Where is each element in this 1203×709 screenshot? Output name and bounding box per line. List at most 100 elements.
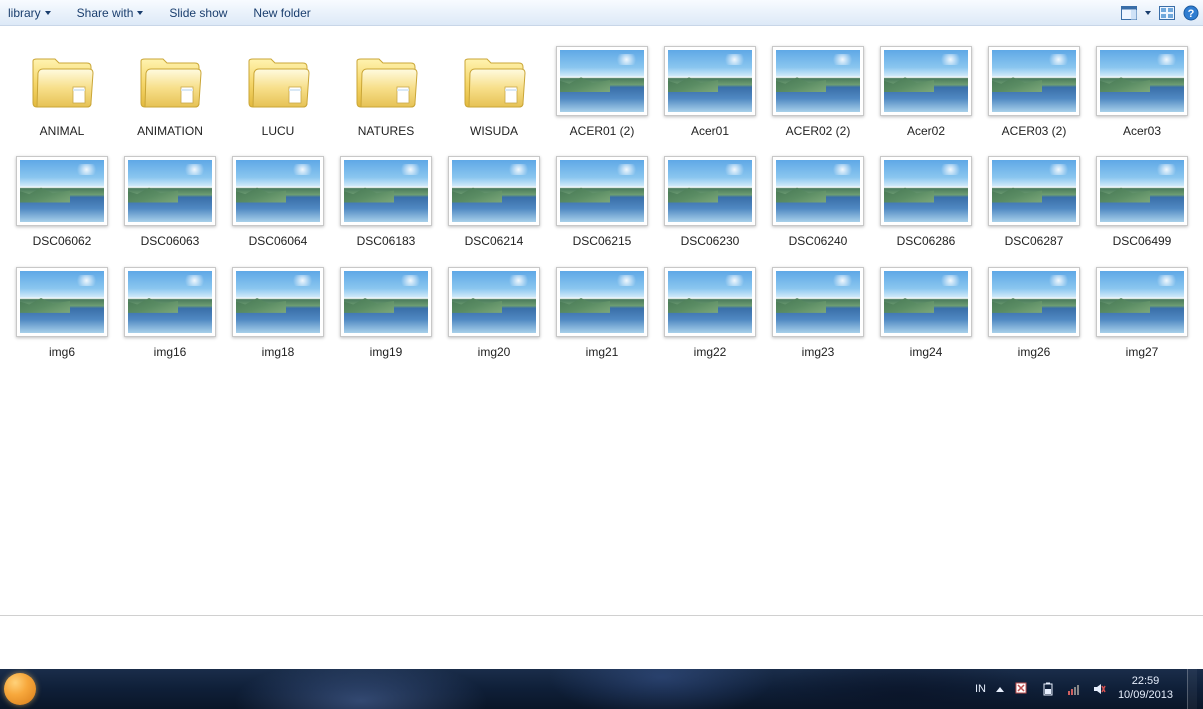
action-center-icon[interactable] xyxy=(1014,681,1030,697)
item-label: LUCU xyxy=(262,124,295,138)
item-label: DSC06499 xyxy=(1113,234,1172,248)
folder-item[interactable]: WISUDA xyxy=(440,38,548,148)
toolbar-right-group: ? xyxy=(1121,5,1199,21)
item-label: ACER02 (2) xyxy=(786,124,851,138)
image-item[interactable]: DSC06286 xyxy=(872,148,980,258)
image-item[interactable]: Acer03 xyxy=(1088,38,1196,148)
language-indicator[interactable]: IN xyxy=(975,683,986,695)
volume-icon[interactable] xyxy=(1092,681,1108,697)
image-thumbnail xyxy=(446,152,542,230)
image-thumbnail xyxy=(878,42,974,120)
item-label: DSC06215 xyxy=(573,234,632,248)
item-label: DSC06240 xyxy=(789,234,848,248)
image-item[interactable]: DSC06287 xyxy=(980,148,1088,258)
image-item[interactable]: img23 xyxy=(764,259,872,369)
file-list-area[interactable]: ANIMAL ANIMATION LUCU xyxy=(0,26,1203,616)
image-item[interactable]: DSC06063 xyxy=(116,148,224,258)
item-label: img6 xyxy=(49,345,75,359)
view-options-button[interactable] xyxy=(1159,5,1175,21)
image-thumbnail xyxy=(230,152,326,230)
item-label: NATURES xyxy=(358,124,414,138)
image-thumbnail xyxy=(878,263,974,341)
image-item[interactable]: DSC06064 xyxy=(224,148,332,258)
library-label: library xyxy=(8,6,41,20)
network-icon[interactable] xyxy=(1066,681,1082,697)
image-item[interactable]: ACER03 (2) xyxy=(980,38,1088,148)
item-label: ANIMAL xyxy=(40,124,85,138)
clock[interactable]: 22:59 10/09/2013 xyxy=(1118,675,1173,703)
item-label: img18 xyxy=(262,345,295,359)
chevron-down-icon[interactable] xyxy=(1145,11,1151,15)
image-thumbnail xyxy=(662,152,758,230)
image-item[interactable]: ACER01 (2) xyxy=(548,38,656,148)
image-thumbnail xyxy=(770,42,866,120)
windows-taskbar: IN 22:59 10/09/2013 xyxy=(0,669,1203,709)
image-item[interactable]: DSC06215 xyxy=(548,148,656,258)
item-label: img20 xyxy=(478,345,511,359)
item-label: img26 xyxy=(1018,345,1051,359)
image-item[interactable]: DSC06183 xyxy=(332,148,440,258)
new-folder-button[interactable]: New folder xyxy=(249,4,314,22)
image-thumbnail xyxy=(14,152,110,230)
image-item[interactable]: img19 xyxy=(332,259,440,369)
image-item[interactable]: Acer02 xyxy=(872,38,980,148)
image-item[interactable]: img6 xyxy=(8,259,116,369)
item-label: img24 xyxy=(910,345,943,359)
explorer-toolbar: library Share with Slide show New folder… xyxy=(0,0,1203,26)
folder-item[interactable]: NATURES xyxy=(332,38,440,148)
folder-item[interactable]: LUCU xyxy=(224,38,332,148)
image-item[interactable]: img21 xyxy=(548,259,656,369)
item-label: DSC06063 xyxy=(141,234,200,248)
start-orb-icon xyxy=(4,673,36,705)
image-thumbnail xyxy=(554,152,650,230)
image-thumbnail xyxy=(554,42,650,120)
image-item[interactable]: DSC06062 xyxy=(8,148,116,258)
item-label: DSC06214 xyxy=(465,234,524,248)
image-item[interactable]: img16 xyxy=(116,259,224,369)
image-item[interactable]: DSC06214 xyxy=(440,148,548,258)
image-item[interactable]: img27 xyxy=(1088,259,1196,369)
help-button[interactable]: ? xyxy=(1183,5,1199,21)
image-item[interactable]: DSC06230 xyxy=(656,148,764,258)
image-thumbnail xyxy=(338,263,434,341)
chevron-down-icon xyxy=(137,11,143,15)
slideshow-button[interactable]: Slide show xyxy=(165,4,231,22)
item-label: img21 xyxy=(586,345,619,359)
image-item[interactable]: img20 xyxy=(440,259,548,369)
item-label: DSC06286 xyxy=(897,234,956,248)
image-item[interactable]: img18 xyxy=(224,259,332,369)
folder-item[interactable]: ANIMAL xyxy=(8,38,116,148)
image-item[interactable]: Acer01 xyxy=(656,38,764,148)
image-item[interactable]: DSC06240 xyxy=(764,148,872,258)
tray-overflow-icon[interactable] xyxy=(996,687,1004,692)
image-item[interactable]: DSC06499 xyxy=(1088,148,1196,258)
image-thumbnail xyxy=(662,263,758,341)
image-item[interactable]: img24 xyxy=(872,259,980,369)
image-item[interactable]: img22 xyxy=(656,259,764,369)
folder-item[interactable]: ANIMATION xyxy=(116,38,224,148)
image-thumbnail xyxy=(986,263,1082,341)
items-grid: ANIMAL ANIMATION LUCU xyxy=(8,38,1203,369)
image-thumbnail xyxy=(986,42,1082,120)
start-button[interactable] xyxy=(0,669,40,709)
show-desktop-button[interactable] xyxy=(1187,669,1197,709)
folder-icon xyxy=(338,42,434,120)
image-thumbnail xyxy=(662,42,758,120)
include-in-library-dropdown[interactable]: library xyxy=(4,4,55,22)
image-thumbnail xyxy=(1094,263,1190,341)
image-thumbnail xyxy=(122,263,218,341)
preview-pane-button[interactable] xyxy=(1121,5,1137,21)
newfolder-label: New folder xyxy=(253,6,310,20)
item-label: DSC06064 xyxy=(249,234,308,248)
share-with-dropdown[interactable]: Share with xyxy=(73,4,148,22)
details-pane-area xyxy=(0,616,1203,669)
item-label: img23 xyxy=(802,345,835,359)
item-label: ACER01 (2) xyxy=(570,124,635,138)
image-thumbnail xyxy=(878,152,974,230)
image-item[interactable]: img26 xyxy=(980,259,1088,369)
item-label: img27 xyxy=(1126,345,1159,359)
battery-icon[interactable] xyxy=(1040,681,1056,697)
image-item[interactable]: ACER02 (2) xyxy=(764,38,872,148)
folder-icon xyxy=(230,42,326,120)
toolbar-left-group: library Share with Slide show New folder xyxy=(4,4,315,22)
